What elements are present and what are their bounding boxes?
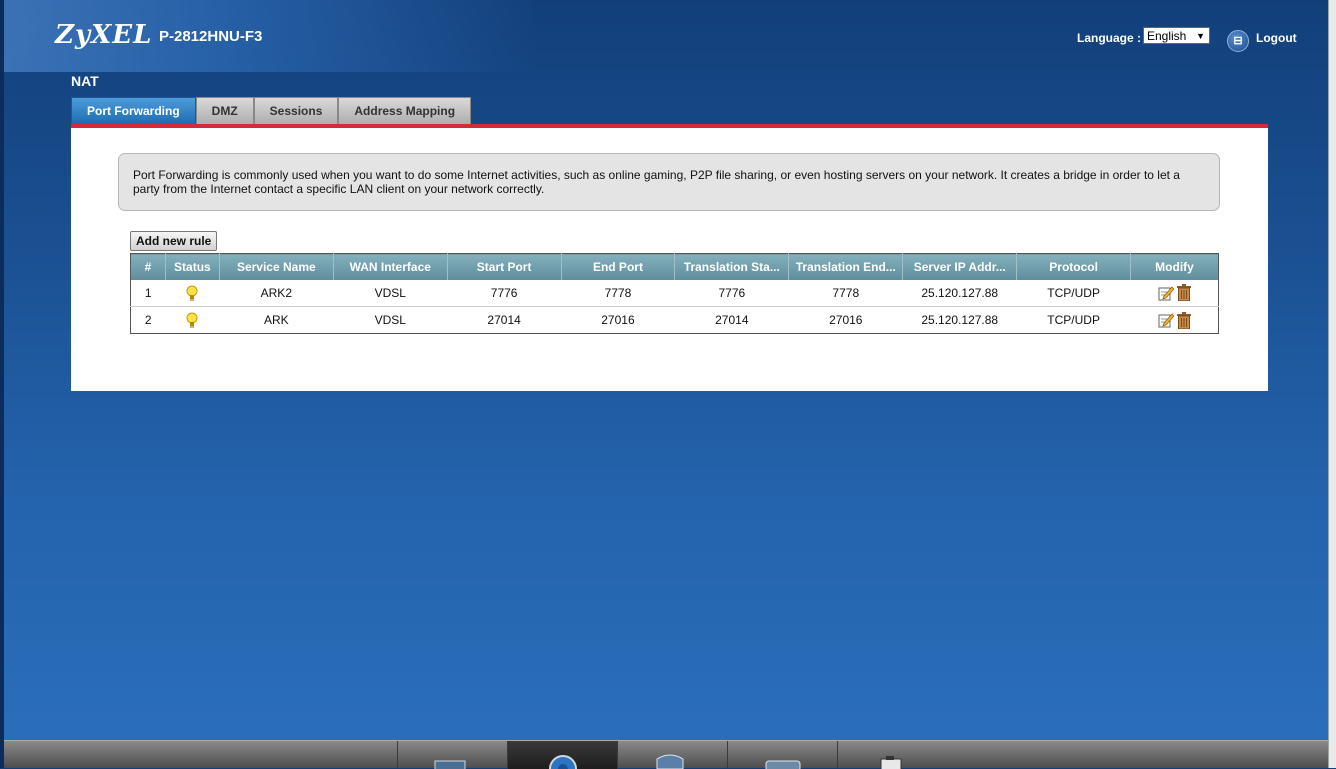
dock-maintenance[interactable] bbox=[837, 741, 947, 769]
cell-protocol: TCP/UDP bbox=[1016, 279, 1131, 307]
model-name: P-2812HNU-F3 bbox=[159, 28, 263, 45]
cell-translation-end: 27016 bbox=[829, 313, 863, 327]
cell-wan-interface: VDSL bbox=[333, 279, 448, 307]
screen-icon bbox=[765, 760, 801, 769]
cell-server-ip: 25.120.127.88 bbox=[902, 279, 1017, 307]
trash-icon[interactable] bbox=[1176, 311, 1191, 329]
col-header-translation-start[interactable]: Translation Sta... bbox=[674, 253, 790, 280]
monitor-icon bbox=[434, 760, 466, 769]
col-header-service-name[interactable]: Service Name bbox=[219, 253, 334, 280]
content-panel: Port Forwarding is commonly used when yo… bbox=[71, 128, 1268, 391]
table-row: 2 ARK VDSL 27014 27016 27014 27016 25.12… bbox=[131, 307, 1219, 334]
tab-address-mapping[interactable]: Address Mapping bbox=[338, 97, 472, 124]
tab-port-forwarding[interactable]: Port Forwarding bbox=[71, 97, 196, 124]
page-title: NAT bbox=[71, 73, 99, 89]
cell-protocol: TCP/UDP bbox=[1047, 313, 1100, 327]
cell-status bbox=[165, 279, 220, 307]
col-header-modify: Modify bbox=[1130, 253, 1219, 280]
bulb-on-icon bbox=[186, 312, 198, 328]
table-header-row: # Status Service Name WAN Interface Star… bbox=[130, 253, 1219, 280]
cell-wan-interface: VDSL bbox=[374, 313, 406, 327]
port-forwarding-table: # Status Service Name WAN Interface Star… bbox=[130, 253, 1219, 334]
cell-service-name: ARK bbox=[263, 313, 289, 327]
tab-dmz[interactable]: DMZ bbox=[195, 97, 254, 124]
col-header-start-port[interactable]: Start Port bbox=[447, 253, 562, 280]
language-label: Language : bbox=[1077, 31, 1142, 45]
zyxel-logo: ZyXEL bbox=[55, 20, 153, 50]
window-scrollbar[interactable] bbox=[1328, 0, 1336, 768]
window-frame-left bbox=[0, 0, 4, 768]
cell-end-port: 7778 bbox=[561, 279, 675, 307]
dock-monitor[interactable] bbox=[397, 741, 507, 769]
clipboard-icon bbox=[880, 756, 902, 769]
gear-icon bbox=[549, 755, 577, 769]
col-header-protocol[interactable]: Protocol bbox=[1016, 253, 1132, 280]
logout-link[interactable]: Logout bbox=[1256, 31, 1297, 45]
edit-icon[interactable] bbox=[1158, 312, 1174, 328]
tab-sessions[interactable]: Sessions bbox=[253, 97, 339, 124]
dock-security[interactable] bbox=[617, 741, 727, 769]
tab-bar: Port Forwarding DMZ Sessions Address Map… bbox=[71, 97, 472, 124]
logout-icon[interactable]: ⊟ bbox=[1227, 30, 1249, 52]
dock-configuration[interactable] bbox=[507, 741, 617, 769]
col-header-wan-interface[interactable]: WAN Interface bbox=[333, 253, 448, 280]
cell-modify bbox=[1130, 279, 1219, 307]
col-header-end-port[interactable]: End Port bbox=[561, 253, 676, 280]
language-select[interactable]: English ▼ bbox=[1143, 27, 1210, 44]
info-box: Port Forwarding is commonly used when yo… bbox=[118, 153, 1220, 211]
cell-service-name: ARK2 bbox=[219, 279, 334, 307]
bulb-on-icon bbox=[186, 285, 198, 301]
cell-modify bbox=[1131, 307, 1219, 334]
cell-start-port: 27014 bbox=[487, 313, 521, 327]
cell-translation-start: 27014 bbox=[715, 313, 749, 327]
col-header-server-ip[interactable]: Server IP Addr... bbox=[902, 253, 1018, 280]
cell-status bbox=[165, 307, 219, 334]
col-header-number[interactable]: # bbox=[130, 253, 166, 280]
shield-icon bbox=[656, 754, 684, 769]
cell-translation-start: 7776 bbox=[674, 279, 789, 307]
cell-server-ip: 25.120.127.88 bbox=[921, 313, 999, 327]
cell-number: 2 bbox=[144, 313, 152, 327]
col-header-status[interactable]: Status bbox=[165, 253, 220, 280]
bottom-dock bbox=[4, 740, 1328, 769]
cell-end-port: 27016 bbox=[601, 313, 635, 327]
language-value: English bbox=[1147, 29, 1187, 43]
cell-number: 1 bbox=[130, 279, 166, 307]
trash-icon[interactable] bbox=[1176, 284, 1191, 302]
add-new-rule-button[interactable]: Add new rule bbox=[130, 231, 218, 251]
dock-screen[interactable] bbox=[727, 741, 837, 769]
table-row: 1 ARK2 VDSL 7776 7778 7776 7778 25.120.1… bbox=[130, 279, 1219, 307]
edit-icon[interactable] bbox=[1158, 285, 1174, 301]
col-header-translation-end[interactable]: Translation End... bbox=[788, 253, 904, 280]
dropdown-arrow-icon: ▼ bbox=[1196, 31, 1205, 41]
cell-translation-end: 7778 bbox=[788, 279, 903, 307]
cell-start-port: 7776 bbox=[447, 279, 562, 307]
